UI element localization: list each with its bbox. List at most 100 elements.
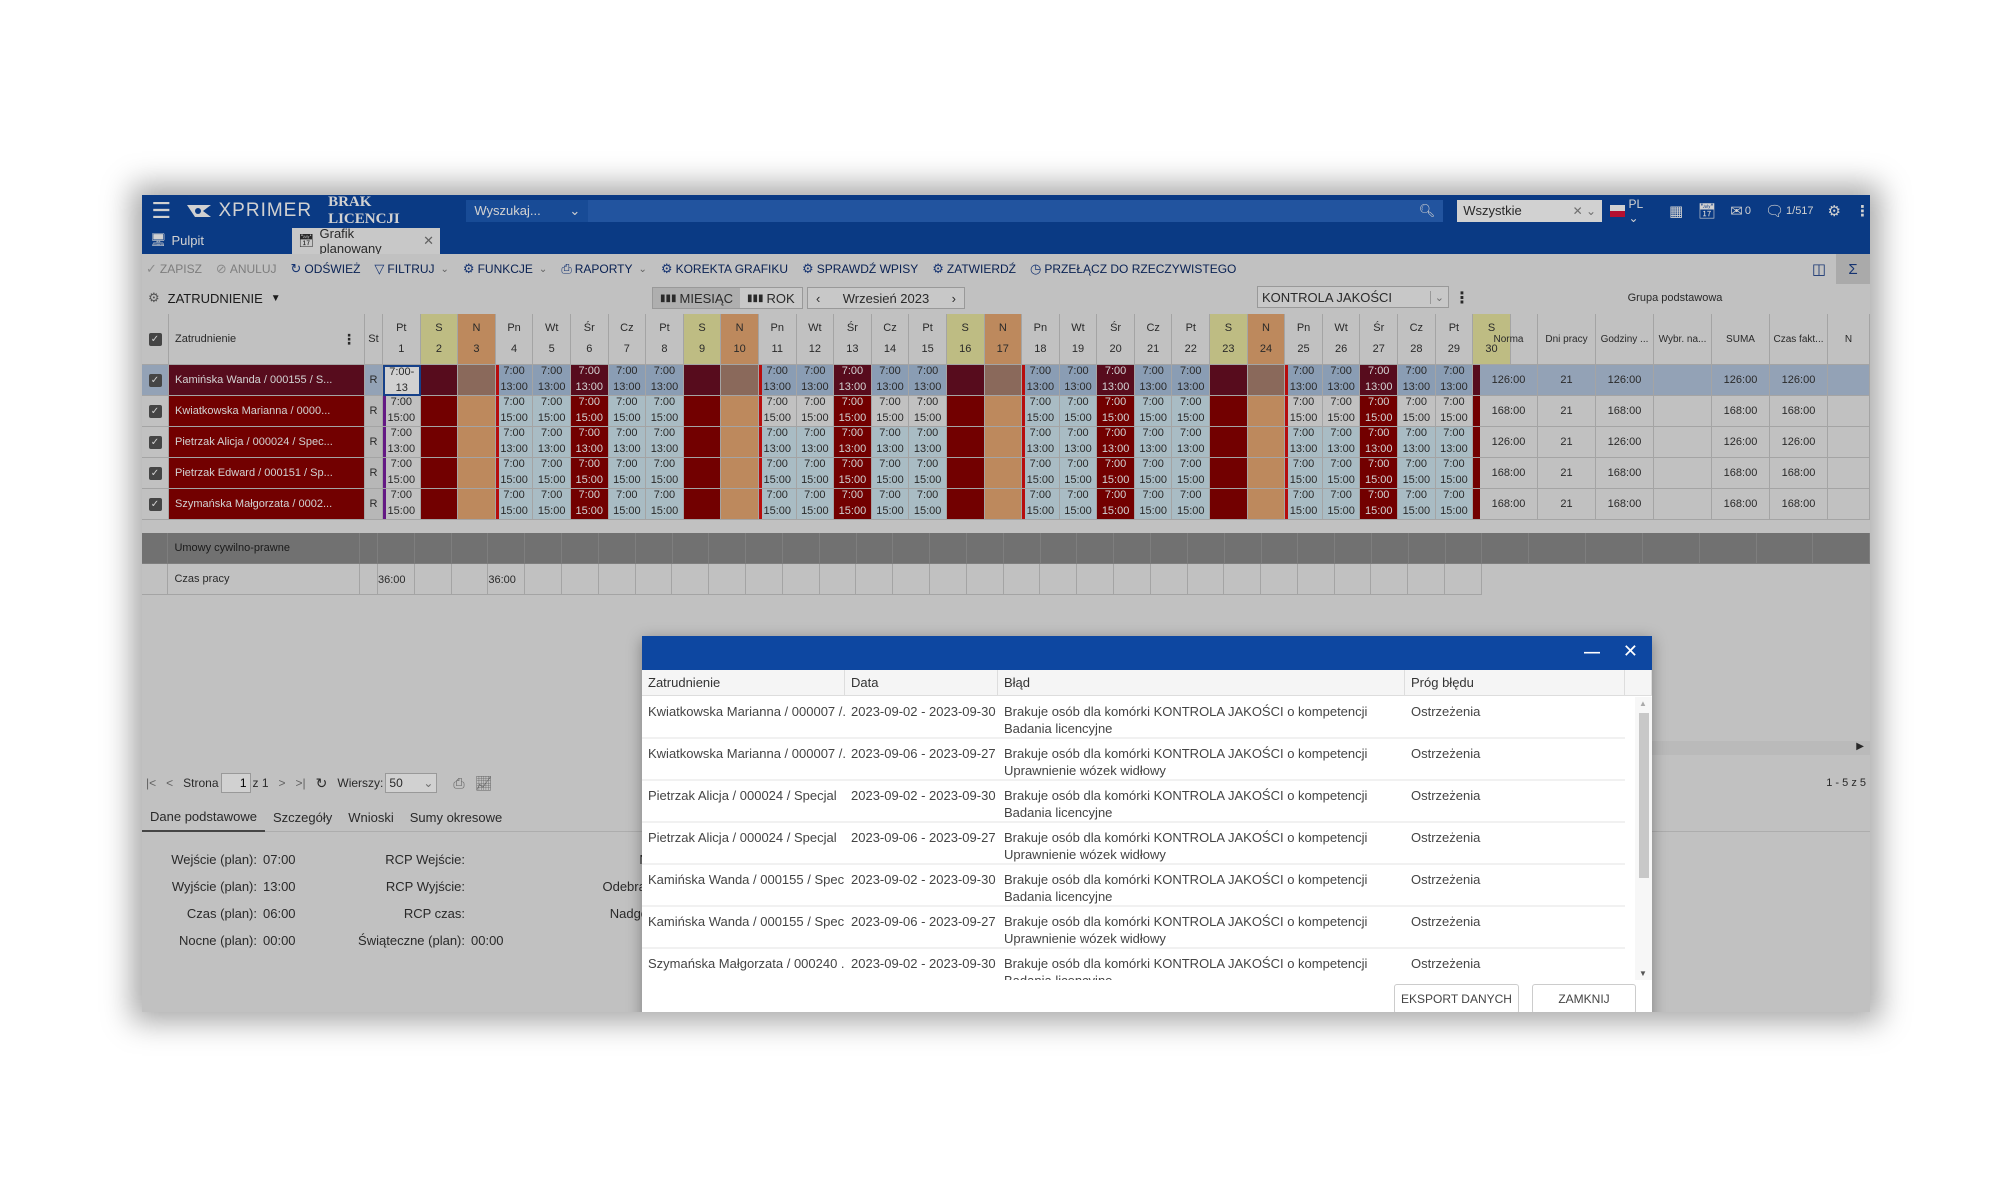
shift-cell[interactable]: 7:00 13:00 xyxy=(1059,427,1098,458)
print-icon[interactable]: ⎙ xyxy=(453,775,464,792)
shift-cell[interactable]: 7:00 15:00 xyxy=(1097,458,1135,489)
shift-cell[interactable] xyxy=(458,458,496,489)
shift-cell[interactable]: 7:00 13:00 xyxy=(533,427,571,458)
shift-cell[interactable]: 7:00 15:00 xyxy=(834,396,872,427)
shift-cell[interactable] xyxy=(1210,365,1248,396)
shift-cell[interactable]: 7:00 13:00 xyxy=(796,365,835,396)
summary-row[interactable]: 168:00 21 168:00 168:00 168:00 xyxy=(1480,396,1870,427)
refresh-icon[interactable]: ↻ xyxy=(316,775,328,792)
shift-cell[interactable] xyxy=(420,489,459,520)
shift-cell[interactable]: 7:00 13:00 xyxy=(1360,365,1399,396)
summary-header-cell[interactable]: N xyxy=(1828,314,1870,365)
employee-row[interactable]: ✓ Szymańska Małgorzata / 0002... R 7:00 15:0… xyxy=(142,489,1511,520)
shift-cell[interactable] xyxy=(721,396,759,427)
gear-icon[interactable]: ⚙ xyxy=(1828,202,1841,220)
rows-per-page-select[interactable]: 50 ⌄ xyxy=(385,773,438,793)
shift-cell[interactable]: 7:00 13:00 xyxy=(646,427,684,458)
summary-row[interactable]: 126:00 21 126:00 126:00 126:00 xyxy=(1480,365,1870,396)
shift-edit-value[interactable]: 7:00-13 xyxy=(385,365,419,397)
shift-cell[interactable]: 7:00 13:00 xyxy=(570,365,609,396)
export-data-button[interactable]: EKSPORT DANYCH xyxy=(1394,984,1519,1012)
shift-cell[interactable] xyxy=(458,427,496,458)
shift-cell[interactable]: 7:00 15:00 xyxy=(646,458,684,489)
more-vertical-icon[interactable]: ⋮ xyxy=(1855,202,1870,220)
shift-cell[interactable]: 7:00 13:00 xyxy=(871,427,910,458)
summary-header-cell[interactable]: Czas fakt... xyxy=(1770,314,1828,365)
shift-cell[interactable]: 7:00 15:00 xyxy=(533,396,571,427)
header-day[interactable]: Wt 5 xyxy=(533,314,571,365)
shift-cell[interactable]: 7:00 13:00 xyxy=(533,365,571,396)
summary-row[interactable]: 168:00 21 168:00 168:00 168:00 xyxy=(1480,458,1870,489)
shift-cell[interactable] xyxy=(946,458,985,489)
shift-cell[interactable]: 7:00 13:00 xyxy=(570,427,609,458)
tab-szczegoly[interactable]: Szczegóły xyxy=(265,802,340,832)
employee-name[interactable]: Pietrzak Edward / 000151 / Sp... xyxy=(169,458,365,489)
notifications-button[interactable]: 🗨︎ 1/517 xyxy=(1765,202,1814,220)
header-day[interactable]: Cz 7 xyxy=(608,314,647,365)
shift-cell[interactable]: 7:00 15:00 xyxy=(533,458,571,489)
shift-cell[interactable] xyxy=(1247,365,1286,396)
row-checkbox[interactable]: ✓ xyxy=(142,396,169,427)
next-page-icon[interactable]: > xyxy=(279,776,286,790)
shift-cell[interactable]: 7:00 15:00 xyxy=(909,489,947,520)
cancel-button[interactable]: ⊘ ANULUJ xyxy=(216,261,277,277)
shift-cell[interactable]: 7:00 13:00 xyxy=(834,427,872,458)
view-month-button[interactable]: ▮▮▮ MIESIĄC xyxy=(653,288,740,308)
shift-cell[interactable]: 7:00 15:00 xyxy=(871,396,910,427)
search-input[interactable]: 🔍︎ xyxy=(588,199,1444,222)
shift-cell[interactable]: 7:00 13:00 xyxy=(608,427,647,458)
mail-button[interactable]: ✉ 0 xyxy=(1730,202,1751,220)
shift-cell[interactable]: 7:00 15:00 xyxy=(1322,489,1361,520)
prev-page-icon[interactable]: < xyxy=(166,776,173,790)
shift-cell[interactable]: 7:00 13:00 xyxy=(608,365,647,396)
header-day[interactable]: Pt 1 xyxy=(383,314,421,365)
vertical-scrollbar[interactable]: ▲ ▼ xyxy=(1635,697,1652,980)
shift-cell[interactable]: 7:00 15:00 xyxy=(1398,396,1436,427)
check-entries-button[interactable]: ⚙ SPRAWDŹ WPISY xyxy=(802,261,918,277)
schedule-correction-button[interactable]: ⚙ KOREKTA GRAFIKU xyxy=(661,261,788,277)
error-row[interactable]: Kwiatkowska Marianna / 000007 /... 2023-0… xyxy=(642,697,1625,739)
shift-cell[interactable]: 7:00 15:00 xyxy=(1285,396,1323,427)
shift-cell[interactable] xyxy=(721,427,759,458)
shift-cell[interactable] xyxy=(721,489,759,520)
error-row[interactable]: Pietrzak Alicja / 000024 / Specjal 2023-0… xyxy=(642,823,1625,865)
error-row[interactable]: Szymańska Małgorzata / 000240 ... 2023-09… xyxy=(642,949,1625,980)
shift-cell[interactable]: 7:00 15:00 xyxy=(646,489,684,520)
shift-cell[interactable]: 7:00 13:00 xyxy=(1285,365,1323,396)
shift-cell[interactable] xyxy=(1210,396,1248,427)
shift-cell[interactable]: 7:00 15:00 xyxy=(871,458,910,489)
shift-cell[interactable]: 7:00 13:00 xyxy=(495,365,534,396)
shift-cell[interactable]: 7:00 15:00 xyxy=(1059,458,1098,489)
shift-cell[interactable]: 7:00 15:00 xyxy=(1059,396,1098,427)
shift-cell[interactable]: 7:00 13:00 xyxy=(909,365,947,396)
shift-cell[interactable]: 7:00 15:00 xyxy=(834,489,872,520)
header-day[interactable]: Śr 20 xyxy=(1097,314,1135,365)
shift-cell[interactable]: 7:00 13:00 xyxy=(1398,365,1436,396)
shift-cell[interactable]: 7:00 15:00 xyxy=(871,489,910,520)
shift-cell[interactable] xyxy=(458,489,496,520)
shift-cell[interactable]: 7:00 15:00 xyxy=(495,458,534,489)
employee-row[interactable]: ✓ Kwiatkowska Marianna / 0000... R 7:00 15:0… xyxy=(142,396,1511,427)
summary-header-cell[interactable]: SUMA xyxy=(1712,314,1770,365)
shift-cell[interactable] xyxy=(984,365,1023,396)
shift-cell[interactable]: 7:00 15:00 xyxy=(570,458,609,489)
error-row[interactable]: Kamińska Wanda / 000155 / Spec... 2023-09… xyxy=(642,907,1625,949)
header-day[interactable]: Cz 28 xyxy=(1398,314,1436,365)
shift-cell[interactable]: 7:00 15:00 xyxy=(495,489,534,520)
shift-cell[interactable]: 7:00 15:00 xyxy=(1134,458,1173,489)
shift-cell[interactable] xyxy=(946,365,985,396)
group-by-dropdown[interactable]: ⚙ ZATRUDNIENIE ▼ xyxy=(148,290,281,306)
shift-cell[interactable]: 7:00 13:00 xyxy=(1435,365,1474,396)
calendar-icon[interactable]: 📅︎ xyxy=(1697,202,1716,220)
shift-cell[interactable]: 7:00 13:00 xyxy=(1097,427,1135,458)
menu-icon[interactable]: ☰ xyxy=(142,195,181,226)
shift-cell[interactable] xyxy=(984,427,1023,458)
header-day[interactable]: N 17 xyxy=(984,314,1023,365)
scroll-right-icon[interactable]: ▶ xyxy=(1856,741,1864,752)
employee-row[interactable]: ✓ Kamińska Wanda / 000155 / S... R 7:00-13 7… xyxy=(142,365,1511,396)
shift-cell[interactable] xyxy=(420,396,459,427)
employee-name[interactable]: Szymańska Małgorzata / 0002... xyxy=(169,489,365,520)
shift-cell[interactable]: 7:00 13:00 xyxy=(1022,427,1060,458)
employee-name[interactable]: Kwiatkowska Marianna / 0000... xyxy=(169,396,365,427)
shift-cell[interactable]: 7:00 13:00 xyxy=(383,427,421,458)
